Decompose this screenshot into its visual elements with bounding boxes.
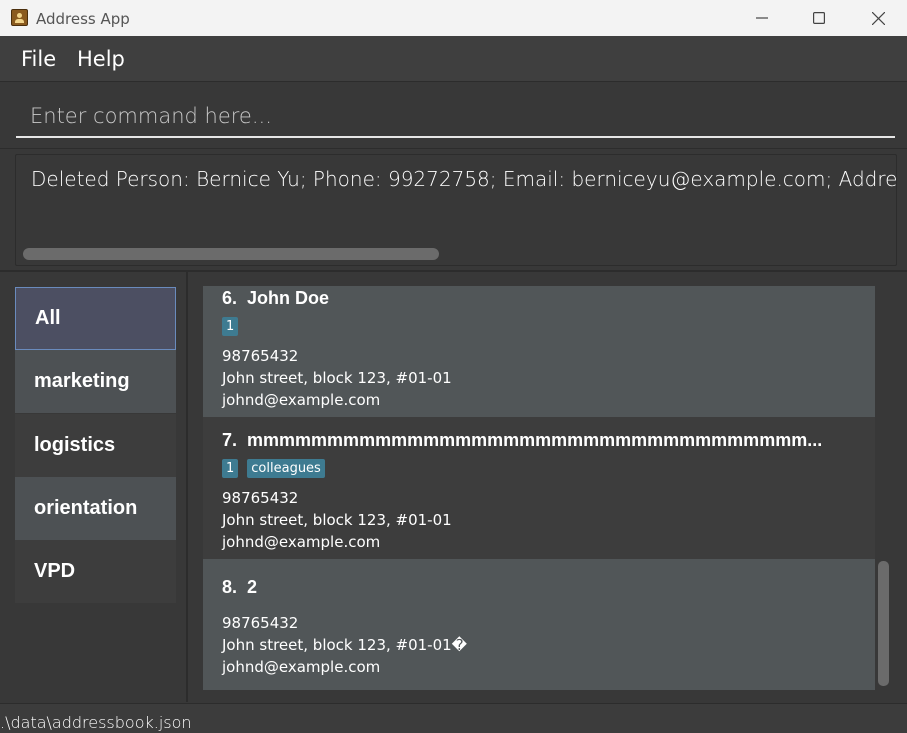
tag-item-marketing[interactable]: marketing <box>15 350 176 413</box>
window-title: Address App <box>36 10 130 28</box>
person-phone: 98765432 <box>222 489 299 507</box>
person-address: John street, block 123, #01-01� <box>222 636 468 654</box>
tag-item-vpd[interactable]: VPD <box>15 540 176 603</box>
title-bar: Address App <box>0 0 907 36</box>
minimize-icon <box>756 17 768 19</box>
person-card[interactable]: 6. John Doe 1 98765432 John street, bloc… <box>203 286 875 417</box>
person-email: johnd@example.com <box>222 391 381 409</box>
person-card[interactable]: 8. 2 98765432 John street, block 123, #0… <box>203 559 875 690</box>
person-name-text: John Doe <box>247 288 330 308</box>
command-input[interactable] <box>16 96 895 138</box>
person-index: 8. <box>222 577 238 597</box>
tag-item-label: VPD <box>34 560 76 582</box>
tag-item-label: orientation <box>34 497 138 519</box>
person-card[interactable]: 7. mmmmmmmmmmmmmmmmmmmmmmmmmmmmmmmmmmm..… <box>203 417 875 559</box>
person-tag: 1 <box>222 317 239 336</box>
person-list-scrollbar-thumb[interactable] <box>878 561 889 686</box>
close-icon <box>871 11 885 25</box>
menu-file[interactable]: File <box>21 47 56 71</box>
tag-item-label: logistics <box>34 434 116 456</box>
person-name-text: mmmmmmmmmmmmmmmmmmmmmmmmmmmmmmmmmmm... <box>247 430 823 450</box>
minimize-button[interactable] <box>733 0 791 36</box>
person-tag: 1 <box>222 459 239 478</box>
close-button[interactable] <box>849 0 907 36</box>
person-tag: colleagues <box>247 459 325 478</box>
result-message: Deleted Person: Bernice Yu; Phone: 99272… <box>31 167 897 191</box>
person-name-text: 2 <box>247 577 258 597</box>
person-index: 7. <box>222 430 238 450</box>
tag-item-label: marketing <box>34 370 130 392</box>
person-name: 6. John Doe <box>222 288 329 309</box>
status-bar: .\data\addressbook.json <box>0 703 907 733</box>
result-horizontal-scrollbar[interactable] <box>23 248 439 260</box>
person-tags: 1 <box>222 317 239 336</box>
tag-item-orientation[interactable]: orientation <box>15 477 176 540</box>
person-index: 6. <box>222 288 238 308</box>
person-email: johnd@example.com <box>222 658 381 676</box>
person-email: johnd@example.com <box>222 533 381 551</box>
person-name: 7. mmmmmmmmmmmmmmmmmmmmmmmmmmmmmmmmmmm..… <box>222 430 822 451</box>
maximize-icon <box>813 12 825 24</box>
result-display: Deleted Person: Bernice Yu; Phone: 99272… <box>15 154 897 266</box>
person-tags: 1 colleagues <box>222 459 325 478</box>
address-book-icon <box>11 9 28 26</box>
tag-item-logistics[interactable]: logistics <box>15 414 176 477</box>
menu-help[interactable]: Help <box>77 47 125 71</box>
person-phone: 98765432 <box>222 614 299 632</box>
tag-item-label: All <box>35 307 61 329</box>
menu-bar: File Help <box>0 36 907 82</box>
maximize-button[interactable] <box>790 0 848 36</box>
tag-list-panel: All marketing logistics orientation VPD <box>0 272 188 702</box>
person-list: 6. John Doe 1 98765432 John street, bloc… <box>190 272 907 702</box>
person-phone: 98765432 <box>222 347 299 365</box>
person-name: 8. 2 <box>222 577 257 598</box>
save-location: .\data\addressbook.json <box>0 713 192 732</box>
tag-item-all[interactable]: All <box>15 287 176 350</box>
person-address: John street, block 123, #01-01 <box>222 369 452 387</box>
command-box <box>0 82 907 149</box>
person-address: John street, block 123, #01-01 <box>222 511 452 529</box>
